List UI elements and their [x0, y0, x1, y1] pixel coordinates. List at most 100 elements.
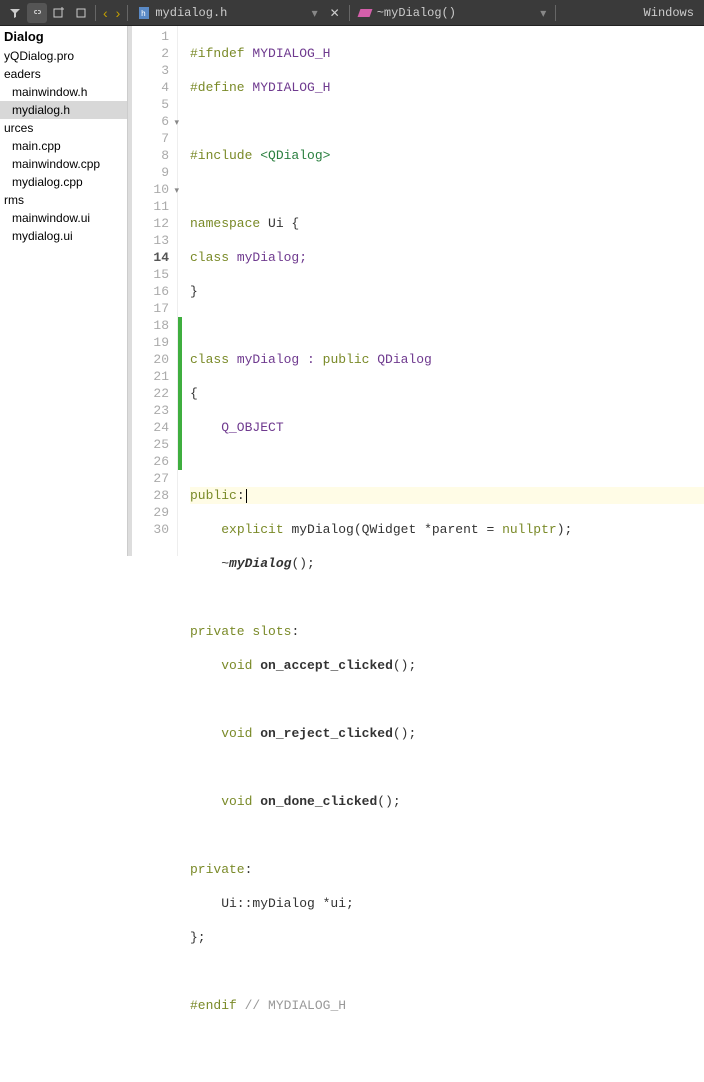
svg-text:h: h [141, 10, 146, 19]
code-line [190, 181, 704, 198]
line-number: 27 [132, 470, 177, 487]
sidebar-group-sources[interactable]: urces [0, 119, 127, 137]
code-line-current: public: [190, 487, 704, 504]
code-line: private slots: [190, 623, 704, 640]
symbol-dropdown-icon[interactable]: ▾ [534, 6, 552, 20]
code-line: explicit myDialog(QWidget *parent = null… [190, 521, 704, 538]
main-area: Dialog yQDialog.pro eaders mainwindow.h … [0, 26, 704, 556]
code-line: class myDialog : public QDialog [190, 351, 704, 368]
filter-icon[interactable] [5, 3, 25, 23]
line-number: 12 [132, 215, 177, 232]
line-number: 4 [132, 79, 177, 96]
code-line: private: [190, 861, 704, 878]
destructor-icon [357, 9, 372, 17]
code-line [190, 453, 704, 470]
code-line: #endif // MYDIALOG_H [190, 997, 704, 1014]
sidebar-item-mainwindow-ui[interactable]: mainwindow.ui [0, 209, 127, 227]
code-line: #ifndef MYDIALOG_H [190, 45, 704, 62]
line-number: 20 [132, 351, 177, 368]
code-line: class myDialog; [190, 249, 704, 266]
project-root[interactable]: Dialog [0, 26, 127, 47]
line-number: 22 [132, 385, 177, 402]
code-line: #define MYDIALOG_H [190, 79, 704, 96]
sidebar-group-forms[interactable]: rms [0, 191, 127, 209]
code-line [190, 759, 704, 776]
line-number: 7 [132, 130, 177, 147]
line-number: 19 [132, 334, 177, 351]
code-line [190, 589, 704, 606]
code-line [190, 963, 704, 980]
line-number: 1 [132, 28, 177, 45]
line-number: 2 [132, 45, 177, 62]
code-line: }; [190, 929, 704, 946]
code-line: Ui::myDialog *ui; [190, 895, 704, 912]
code-line: Q_OBJECT [190, 419, 704, 436]
breadcrumb-symbol: ~myDialog() [377, 6, 456, 20]
code-line: void on_reject_clicked(); [190, 725, 704, 742]
sidebar-item-main-cpp[interactable]: main.cpp [0, 137, 127, 155]
sidebar-item-mydialog-ui[interactable]: mydialog.ui [0, 227, 127, 245]
expand-icon[interactable] [71, 3, 91, 23]
sidebar-item-pro[interactable]: yQDialog.pro [0, 47, 127, 65]
nav-forward-icon[interactable]: › [112, 5, 125, 21]
line-number: 24 [132, 419, 177, 436]
line-number: 16 [132, 283, 177, 300]
code-line: void on_accept_clicked(); [190, 657, 704, 674]
code-line: { [190, 385, 704, 402]
project-sidebar: Dialog yQDialog.pro eaders mainwindow.h … [0, 26, 128, 556]
separator [349, 5, 350, 21]
line-gutter: 1 2 3 4 5 6▾ 7 8 9 10▾ 11 12 13 14 15 16… [132, 26, 178, 556]
line-number: 29 [132, 504, 177, 521]
line-number: 21 [132, 368, 177, 385]
line-number: 17 [132, 300, 177, 317]
code-line: namespace Ui { [190, 215, 704, 232]
tab-filename: mydialog.h [155, 6, 227, 20]
line-number: 10▾ [132, 181, 177, 198]
code-line [190, 691, 704, 708]
sidebar-item-mydialog-cpp[interactable]: mydialog.cpp [0, 173, 127, 191]
encoding-label[interactable]: Windows [638, 6, 700, 20]
separator [127, 5, 128, 21]
file-dropdown-icon[interactable]: ▾ [306, 6, 324, 20]
separator [95, 5, 96, 21]
line-number: 8 [132, 147, 177, 164]
line-number: 9 [132, 164, 177, 181]
code-line: } [190, 283, 704, 300]
line-number: 5 [132, 96, 177, 113]
add-panel-icon[interactable] [49, 3, 69, 23]
close-tab-icon[interactable]: ✕ [324, 6, 346, 20]
top-toolbar: ‹ › h mydialog.h ▾ ✕ ~myDialog() ▾ Windo… [0, 0, 704, 26]
open-file-tab[interactable]: h mydialog.h [137, 6, 227, 20]
code-line [190, 1031, 704, 1048]
line-number: 26 [132, 453, 177, 470]
line-number: 23 [132, 402, 177, 419]
line-number: 11 [132, 198, 177, 215]
sidebar-group-headers[interactable]: eaders [0, 65, 127, 83]
line-number: 18 [132, 317, 177, 334]
line-number: 25 [132, 436, 177, 453]
code-line: #include <QDialog> [190, 147, 704, 164]
code-line [190, 827, 704, 844]
sidebar-item-mainwindow-cpp[interactable]: mainwindow.cpp [0, 155, 127, 173]
line-number: 13 [132, 232, 177, 249]
code-area[interactable]: #ifndef MYDIALOG_H #define MYDIALOG_H #i… [182, 26, 704, 556]
sidebar-item-mainwindow-h[interactable]: mainwindow.h [0, 83, 127, 101]
line-number: 3 [132, 62, 177, 79]
line-number-current: 14 [132, 249, 177, 266]
nav-back-icon[interactable]: ‹ [99, 5, 112, 21]
code-line [190, 113, 704, 130]
separator [555, 5, 556, 21]
line-number: 15 [132, 266, 177, 283]
code-line [190, 317, 704, 334]
line-number: 28 [132, 487, 177, 504]
code-editor[interactable]: 1 2 3 4 5 6▾ 7 8 9 10▾ 11 12 13 14 15 16… [132, 26, 704, 556]
link-icon[interactable] [27, 3, 47, 23]
text-caret [246, 489, 247, 503]
symbol-breadcrumb[interactable]: ~myDialog() [353, 6, 456, 20]
line-number: 6▾ [132, 113, 177, 130]
code-line: ~myDialog(); [190, 555, 704, 572]
line-number: 30 [132, 521, 177, 538]
header-file-icon: h [137, 6, 151, 20]
code-line: void on_done_clicked(); [190, 793, 704, 810]
sidebar-item-mydialog-h[interactable]: mydialog.h [0, 101, 127, 119]
